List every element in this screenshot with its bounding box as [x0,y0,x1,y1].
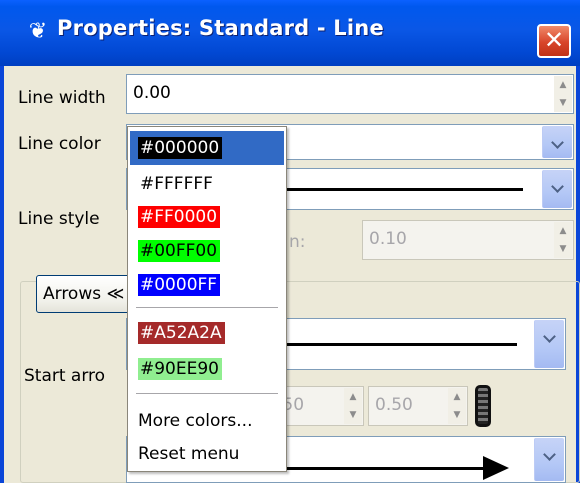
color-item-ff0000[interactable]: #FF0000 [138,206,221,228]
line-color-label: Line color [18,134,101,154]
properties-window: ❦ Properties: Standard - Line ✕ Line wid… [0,0,580,483]
spin-buttons[interactable]: ▲ ▼ [344,388,362,424]
reset-menu-item[interactable]: Reset menu [138,444,239,464]
color-item-label: #A52A2A [138,322,225,344]
line-style-preview [277,188,523,191]
close-button[interactable]: ✕ [537,24,571,58]
color-item-000000[interactable]: #000000 [138,137,223,159]
line-width-spin-buttons[interactable]: ▲ ▼ [554,76,572,112]
spin-up-icon[interactable]: ▲ [344,388,362,406]
spin-buttons[interactable]: ▲ ▼ [448,388,466,424]
start-arrow-label: Start arro [24,366,106,386]
color-item-0000ff[interactable]: #0000FF [138,274,221,296]
palette-icon: ❦ [28,19,48,44]
chevron-down-icon[interactable] [542,170,572,208]
window-title: Properties: Standard - Line [57,16,384,40]
color-item-00ff00[interactable]: #00FF00 [138,240,221,262]
color-item-a52a2a[interactable]: #A52A2A [138,322,225,344]
end-arrow-line [277,467,497,470]
line-style-label: Line style [18,209,100,229]
spin-down-icon[interactable]: ▼ [448,406,466,424]
start-arrow-width-value: 0.50 [375,395,413,415]
spin-up-icon[interactable]: ▲ [554,222,572,240]
title-bar[interactable]: ❦ Properties: Standard - Line ✕ [0,0,580,66]
chevron-down-icon[interactable] [534,438,564,481]
arrows-button-label: Arrows ≪ [43,284,125,304]
more-colors-item[interactable]: More colors... [138,411,252,431]
dash-length-label: n: [289,232,306,252]
dash-spin-buttons[interactable]: ▲ ▼ [554,222,572,258]
color-item-ffffff[interactable]: #FFFFFF [138,173,216,195]
color-item-label: #FF0000 [138,206,221,228]
line-width-label: Line width [18,88,106,108]
spin-down-icon[interactable]: ▼ [554,94,572,112]
color-item-label: #90EE90 [138,358,222,380]
spin-down-icon[interactable]: ▼ [344,406,362,424]
spin-up-icon[interactable]: ▲ [554,76,572,94]
color-item-90ee90[interactable]: #90EE90 [138,358,222,380]
line-width-spinner[interactable]: 0.00 ▲ ▼ [126,74,574,114]
color-item-label: #000000 [138,137,223,159]
dash-length-value: 0.10 [369,229,407,249]
start-arrow-preview [277,343,517,346]
color-item-label: #0000FF [138,274,221,296]
start-arrow-width-spinner[interactable]: 0.50 ▲ ▼ [368,386,468,426]
color-dropdown-menu: #000000 #FFFFFF #FF0000 #00FF00 #0000FF … [127,126,287,472]
menu-separator [136,307,278,309]
close-icon: ✕ [543,26,565,54]
spin-down-icon[interactable]: ▼ [554,240,572,258]
link-chain-icon[interactable] [475,385,491,427]
line-width-value: 0.00 [133,83,171,103]
menu-separator [136,393,278,395]
dash-length-spinner[interactable]: 0.10 ▲ ▼ [362,220,574,260]
color-item-label: #00FF00 [138,240,221,262]
spin-up-icon[interactable]: ▲ [448,388,466,406]
chevron-down-icon[interactable] [542,126,572,158]
color-item-label: #FFFFFF [138,173,216,195]
chevron-down-icon[interactable] [534,320,564,368]
arrow-head-icon [483,456,509,480]
